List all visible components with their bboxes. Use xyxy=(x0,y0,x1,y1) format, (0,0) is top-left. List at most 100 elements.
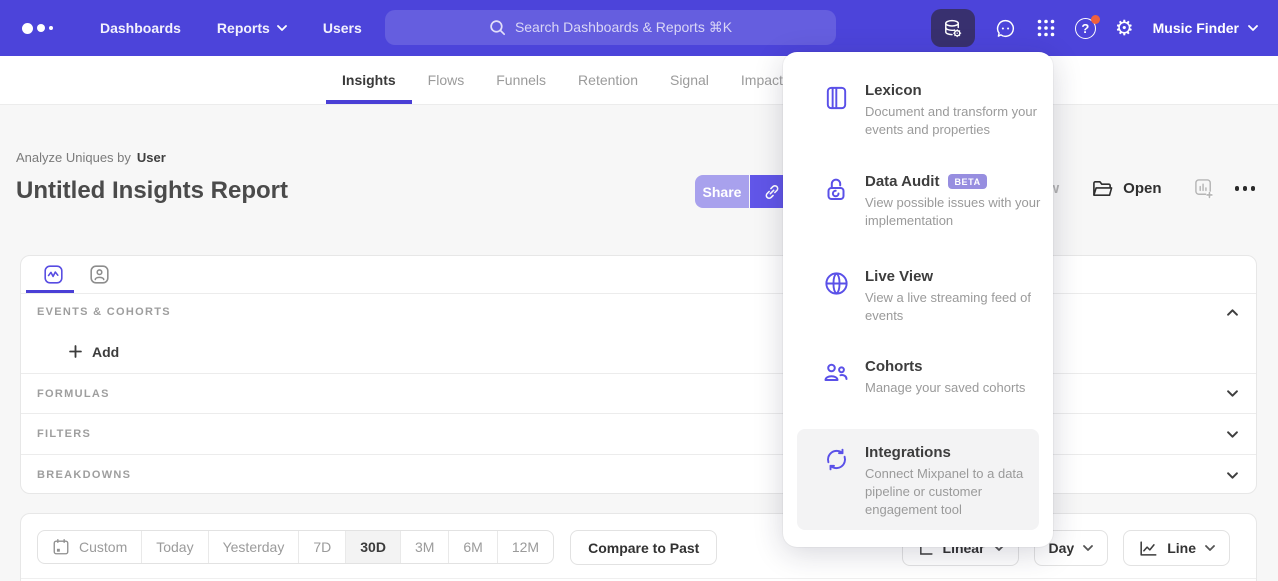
menu-item-description: View possible issues with your implement… xyxy=(865,195,1040,228)
formulas-section-header[interactable]: FORMULAS xyxy=(21,374,1256,414)
tab-retention[interactable]: Retention xyxy=(562,56,654,104)
nav-item-reports[interactable]: Reports xyxy=(217,20,287,36)
filters-label: FILTERS xyxy=(37,428,91,440)
menu-item-integrations[interactable]: Integrations Connect Mixpanel to a data … xyxy=(797,429,1039,530)
breakdowns-label: BREAKDOWNS xyxy=(37,469,131,481)
expand-section-button[interactable] xyxy=(1227,431,1238,438)
menu-item-description: Connect Mixpanel to a data pipeline or c… xyxy=(865,466,1023,517)
share-button[interactable]: Share xyxy=(695,175,749,208)
open-label: Open xyxy=(1123,180,1161,197)
sync-arrows-icon xyxy=(823,446,850,473)
expand-section-button[interactable] xyxy=(1227,390,1238,397)
activity-chart-icon xyxy=(43,264,64,285)
tab-flows[interactable]: Flows xyxy=(412,56,481,104)
range-today[interactable]: Today xyxy=(142,531,208,563)
analyze-label: Analyze Uniques by xyxy=(16,150,131,165)
range-7d[interactable]: 7D xyxy=(299,531,346,563)
people-icon xyxy=(822,360,850,386)
project-name: Music Finder xyxy=(1153,20,1239,36)
compare-to-past-button[interactable]: Compare to Past xyxy=(570,530,717,565)
search-input[interactable]: Search Dashboards & Reports ⌘K xyxy=(385,10,836,45)
range-yesterday[interactable]: Yesterday xyxy=(209,531,300,563)
search-icon xyxy=(489,19,506,36)
apps-grid-button[interactable] xyxy=(1036,18,1056,38)
menu-item-description: View a live streaming feed of events xyxy=(865,290,1031,323)
range-6m[interactable]: 6M xyxy=(449,531,497,563)
chart-toolbar-card: Custom Today Yesterday 7D 30D 3M 6M 12M … xyxy=(20,513,1257,581)
tab-funnels[interactable]: Funnels xyxy=(480,56,562,104)
chevron-down-icon xyxy=(1248,25,1258,31)
range-12m[interactable]: 12M xyxy=(498,531,553,563)
tab-insights[interactable]: Insights xyxy=(326,56,412,104)
breakdowns-section-header[interactable]: BREAKDOWNS xyxy=(21,455,1256,494)
expand-section-button[interactable] xyxy=(1227,472,1238,479)
chart-add-icon xyxy=(1194,178,1215,199)
data-management-button[interactable] xyxy=(931,9,975,47)
person-icon xyxy=(89,264,110,285)
header-actions: New Open xyxy=(1028,178,1255,199)
grid-dots-icon xyxy=(1036,18,1056,38)
navbar-right: ? ⚙ Music Finder xyxy=(931,0,1258,56)
events-cohorts-section-header[interactable]: EVENTS & COHORTS xyxy=(21,294,1256,330)
logo-dot xyxy=(22,23,33,34)
chevron-down-icon xyxy=(277,25,287,31)
menu-item-cohorts[interactable]: Cohorts Manage your saved cohorts xyxy=(783,358,1053,397)
menu-item-live-view[interactable]: Live View View a live streaming feed of … xyxy=(783,268,1053,325)
menu-item-description: Document and transform your events and p… xyxy=(865,104,1037,137)
range-30d[interactable]: 30D xyxy=(346,531,401,563)
builder-tabbar xyxy=(21,256,1256,294)
divider xyxy=(21,578,1256,579)
add-event-row: Add xyxy=(21,330,1256,374)
ellipsis-icon xyxy=(1235,186,1240,191)
page-title: Untitled Insights Report xyxy=(16,177,288,205)
add-event-button[interactable]: Add xyxy=(69,344,119,360)
chevron-down-icon xyxy=(1083,545,1093,551)
calendar-icon xyxy=(52,538,70,556)
help-button[interactable]: ? xyxy=(1075,18,1096,39)
logo-dot xyxy=(37,24,45,32)
collapse-section-button[interactable] xyxy=(1227,309,1238,316)
events-cohorts-label: EVENTS & COHORTS xyxy=(37,306,171,318)
open-report-button[interactable]: Open xyxy=(1091,178,1161,199)
add-label: Add xyxy=(92,344,119,360)
menu-item-lexicon[interactable]: Lexicon Document and transform your even… xyxy=(783,82,1053,139)
query-builder-card: EVENTS & COHORTS Add FORMULAS FILTERS BR… xyxy=(20,255,1257,494)
data-management-dropdown: Lexicon Document and transform your even… xyxy=(783,52,1053,547)
project-switcher[interactable]: Music Finder xyxy=(1153,20,1258,36)
chevron-down-icon xyxy=(1205,545,1215,551)
nav-item-reports-label: Reports xyxy=(217,20,270,36)
add-to-dashboard-button[interactable] xyxy=(1194,178,1215,199)
lock-icon xyxy=(823,175,849,203)
more-options-button[interactable] xyxy=(1235,186,1256,191)
interval-label: Day xyxy=(1049,540,1075,556)
chat-bubble-icon xyxy=(994,17,1017,40)
analyze-entity-selector[interactable]: User xyxy=(137,150,166,165)
tab-profiles[interactable] xyxy=(76,256,122,293)
tab-signal[interactable]: Signal xyxy=(654,56,725,104)
chevron-up-icon xyxy=(1227,309,1238,316)
menu-item-data-audit[interactable]: Data Audit BETA View possible issues wit… xyxy=(783,173,1053,230)
beta-badge: BETA xyxy=(948,174,986,189)
folder-icon xyxy=(1091,178,1114,199)
line-chart-icon xyxy=(1138,539,1158,558)
plus-icon xyxy=(69,345,82,358)
settings-button[interactable]: ⚙ xyxy=(1115,18,1134,39)
nav-item-users[interactable]: Users xyxy=(323,20,362,36)
chart-type-label: Line xyxy=(1167,540,1196,556)
range-3m[interactable]: 3M xyxy=(401,531,449,563)
chart-type-dropdown[interactable]: Line xyxy=(1123,530,1230,566)
nav-item-dashboards[interactable]: Dashboards xyxy=(100,20,181,36)
lexicon-book-icon xyxy=(823,84,850,112)
menu-item-title: Integrations xyxy=(865,444,951,461)
tab-metrics[interactable] xyxy=(30,256,76,293)
analyze-uniques-line: Analyze Uniques by User xyxy=(16,150,166,165)
link-icon xyxy=(762,182,782,202)
menu-item-title: Live View xyxy=(865,268,933,285)
chevron-down-icon xyxy=(1227,390,1238,397)
chevron-down-icon xyxy=(1227,472,1238,479)
mixpanel-logo[interactable] xyxy=(22,23,68,34)
range-custom[interactable]: Custom xyxy=(38,531,142,563)
feedback-button[interactable] xyxy=(994,17,1017,40)
globe-icon xyxy=(823,270,850,297)
filters-section-header[interactable]: FILTERS xyxy=(21,414,1256,455)
